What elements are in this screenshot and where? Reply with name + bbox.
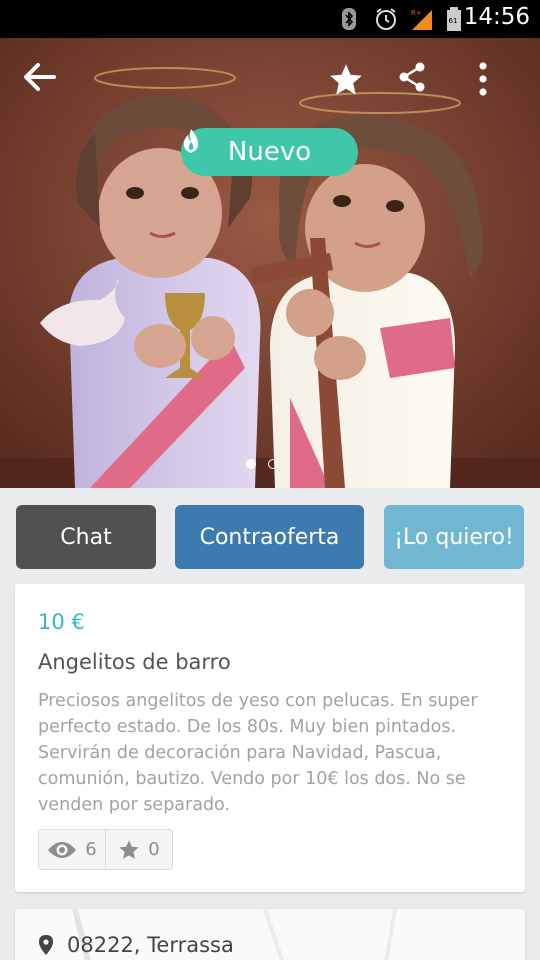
more-vert-icon xyxy=(479,62,487,96)
back-arrow-icon xyxy=(24,63,56,91)
listing-description: Preciosos angelitos de yeso con pelucas.… xyxy=(38,691,478,815)
favorites-count: 0 xyxy=(148,839,160,860)
svg-text:R+: R+ xyxy=(411,9,422,17)
bluetooth-icon xyxy=(340,7,358,31)
eye-icon xyxy=(48,841,77,858)
views-count: 6 xyxy=(85,839,97,860)
product-image xyxy=(0,38,540,488)
location: 08222, Terrassa xyxy=(39,933,234,957)
new-badge: Nuevo xyxy=(181,128,358,176)
more-button[interactable] xyxy=(478,62,518,102)
battery-icon: 61 xyxy=(446,7,462,31)
location-card[interactable]: 08222, Terrassa xyxy=(15,909,525,960)
chat-button[interactable]: Chat xyxy=(16,505,156,569)
favorites-stat: 0 xyxy=(105,830,172,869)
status-bar: R+ 61 14:56 xyxy=(0,0,540,38)
status-time: 14:56 xyxy=(463,4,530,30)
views-stat: 6 xyxy=(39,830,105,869)
listing-price: 10 € xyxy=(38,610,85,634)
back-button[interactable] xyxy=(22,62,62,102)
share-icon xyxy=(399,62,425,92)
signal-icon: R+ xyxy=(410,7,434,31)
svg-text:61: 61 xyxy=(449,17,458,25)
gallery-dot[interactable] xyxy=(246,459,256,469)
location-pin-icon xyxy=(39,935,53,955)
gallery-indicator xyxy=(246,459,278,469)
listing-stats: 6 0 xyxy=(38,829,173,870)
share-button[interactable] xyxy=(398,62,438,102)
alarm-icon xyxy=(373,7,399,31)
counteroffer-button[interactable]: Contraoferta xyxy=(175,505,364,569)
star-icon xyxy=(330,64,362,95)
product-photo[interactable]: Nuevo xyxy=(0,38,540,488)
star-icon xyxy=(119,839,139,859)
favorite-button[interactable] xyxy=(328,62,368,102)
location-label: 08222, Terrassa xyxy=(67,933,234,957)
flame-icon xyxy=(183,129,199,153)
listing-card: 10 € Angelitos de barro Preciosos angeli… xyxy=(15,584,525,892)
new-badge-label: Nuevo xyxy=(227,137,312,167)
gallery-dot[interactable] xyxy=(268,459,278,469)
want-it-button[interactable]: ¡Lo quiero! xyxy=(384,505,524,569)
listing-title: Angelitos de barro xyxy=(38,650,231,674)
